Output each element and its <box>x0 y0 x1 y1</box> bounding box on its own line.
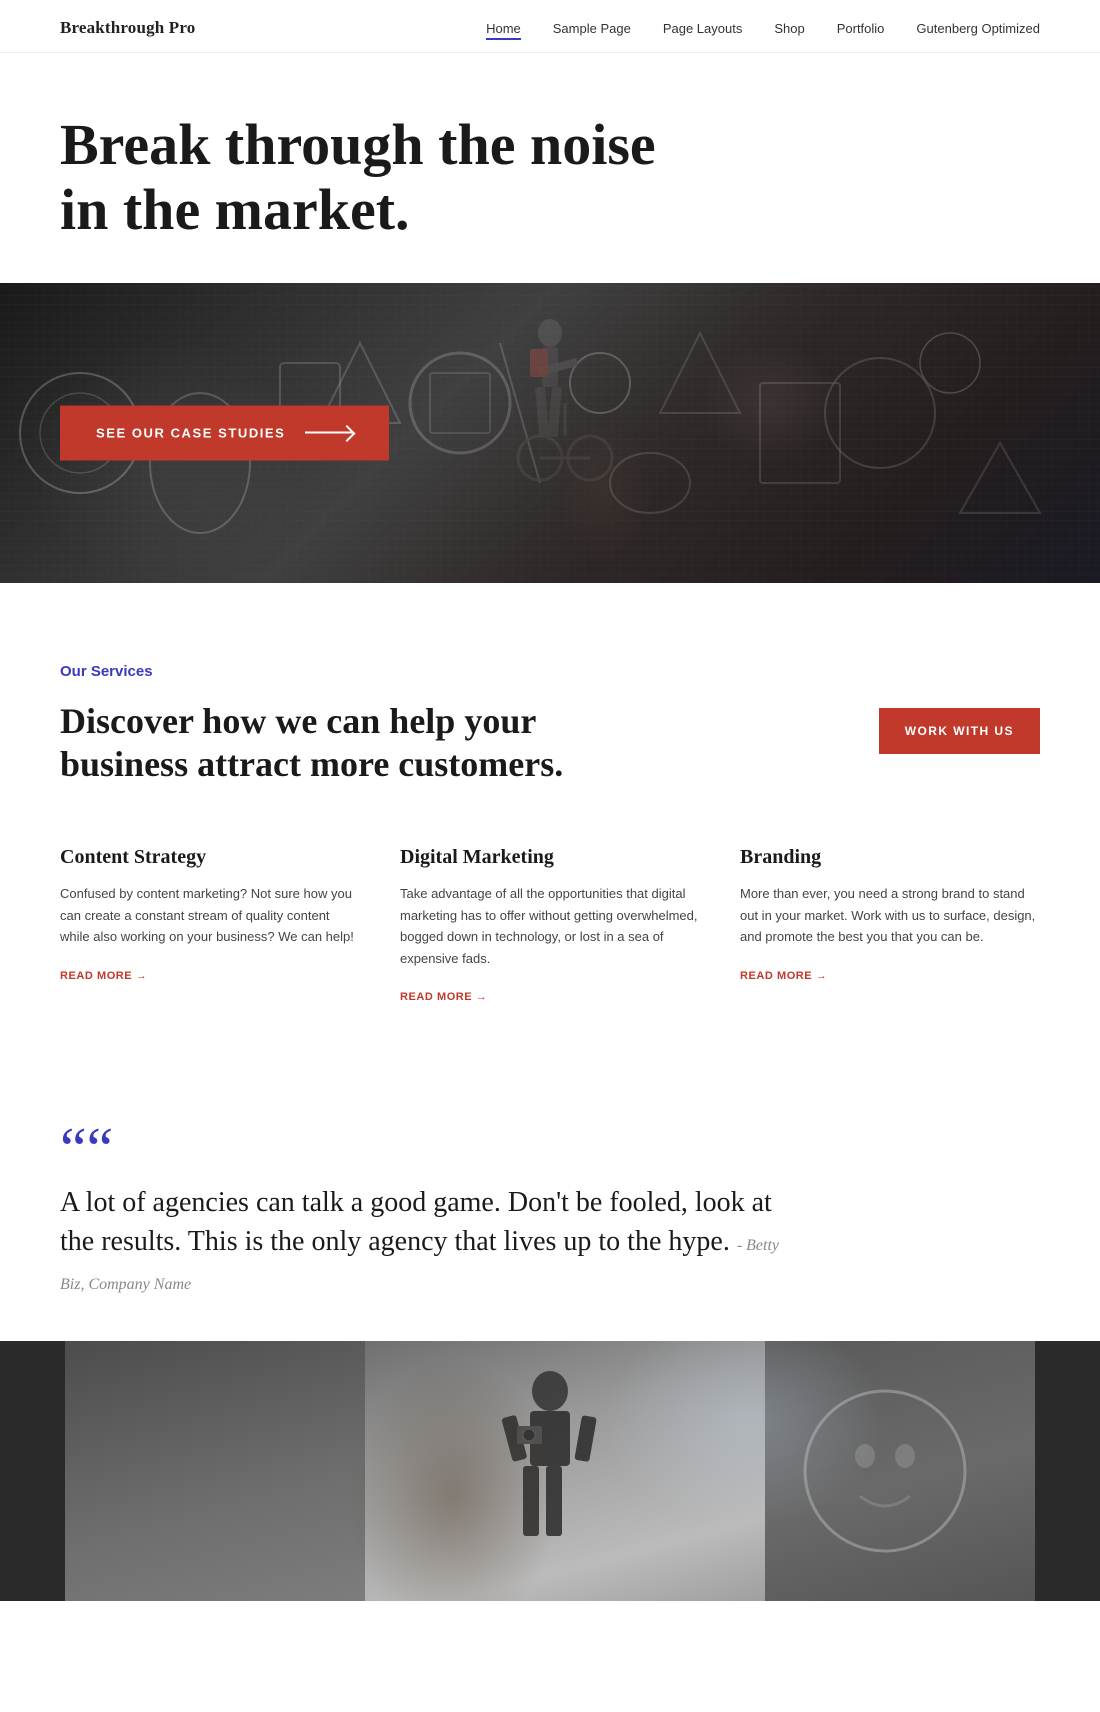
services-label: Our Services <box>60 663 1040 680</box>
nav-shop[interactable]: Shop <box>774 21 804 36</box>
bottom-image-svg <box>65 1341 1035 1601</box>
nav-portfolio[interactable]: Portfolio <box>837 21 885 36</box>
nav-home[interactable]: Home <box>486 21 521 36</box>
testimonial-text: A lot of agencies can talk a good game. … <box>60 1183 780 1301</box>
nav-gutenberg[interactable]: Gutenberg Optimized <box>916 21 1040 36</box>
bottom-image-right <box>1035 1341 1100 1601</box>
service-desc-1: Take advantage of all the opportunities … <box>400 883 700 969</box>
services-grid: Content Strategy Confused by content mar… <box>60 846 1040 1005</box>
cta-button-block: SEE OUR CASE STUDIES <box>60 405 389 460</box>
hero-headline: Break through the noise in the market. <box>60 113 680 243</box>
hero-image: SEE OUR CASE STUDIES <box>0 283 1100 583</box>
read-more-1[interactable]: READ MORE → <box>400 991 487 1003</box>
work-with-us-button[interactable]: WORK WITH US <box>879 708 1040 754</box>
nav-sample-page[interactable]: Sample Page <box>553 21 631 36</box>
read-more-0[interactable]: READ MORE → <box>60 970 147 982</box>
services-header: Discover how we can help your business a… <box>60 700 1040 786</box>
service-branding: Branding More than ever, you need a stro… <box>740 846 1040 1005</box>
bottom-image-strip <box>0 1341 1100 1601</box>
nav-page-layouts[interactable]: Page Layouts <box>663 21 743 36</box>
hero-text-block: Break through the noise in the market. <box>0 53 1100 283</box>
site-title: Breakthrough Pro <box>60 18 195 38</box>
service-title-0: Content Strategy <box>60 846 360 869</box>
main-nav: Home Sample Page Page Layouts Shop Portf… <box>486 21 1040 36</box>
service-desc-2: More than ever, you need a strong brand … <box>740 883 1040 947</box>
service-title-1: Digital Marketing <box>400 846 700 869</box>
service-desc-0: Confused by content marketing? Not sure … <box>60 883 360 947</box>
see-case-studies-button[interactable]: SEE OUR CASE STUDIES <box>60 405 389 460</box>
service-content-strategy: Content Strategy Confused by content mar… <box>60 846 360 1005</box>
site-header: Breakthrough Pro Home Sample Page Page L… <box>0 0 1100 53</box>
bottom-image-main <box>65 1341 1035 1601</box>
arrow-icon <box>305 432 353 434</box>
hero-section: Break through the noise in the market. <box>0 53 1100 583</box>
services-section: Our Services Discover how we can help yo… <box>0 583 1100 1065</box>
services-headline: Discover how we can help your business a… <box>60 700 620 786</box>
testimonial-section: ““ A lot of agencies can talk a good gam… <box>0 1065 1100 1301</box>
quote-mark: ““ <box>60 1125 1040 1173</box>
bottom-image-left <box>0 1341 65 1601</box>
service-digital-marketing: Digital Marketing Take advantage of all … <box>400 846 700 1005</box>
read-more-2[interactable]: READ MORE → <box>740 970 827 982</box>
service-title-2: Branding <box>740 846 1040 869</box>
